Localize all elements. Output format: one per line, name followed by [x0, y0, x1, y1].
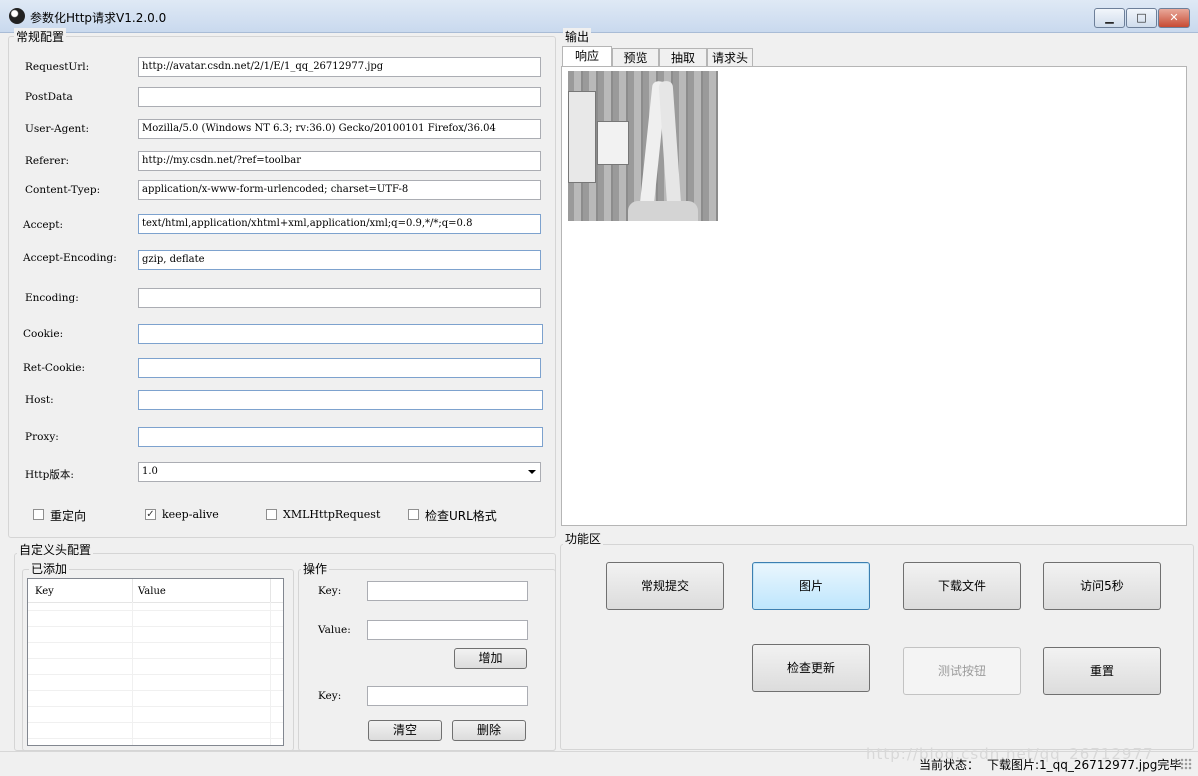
close-button[interactable]: ✕ — [1158, 8, 1190, 28]
field-label-encoding: Encoding: — [25, 292, 79, 304]
window-title: 参数化Http请求V1.2.0.0 — [30, 11, 167, 25]
header-key-input[interactable] — [367, 581, 528, 601]
column-grid-line — [132, 602, 133, 745]
tab-response[interactable]: 响应 — [562, 46, 612, 66]
tab-extract[interactable]: 抽取 — [659, 48, 707, 66]
op-key2-label: Key: — [318, 690, 342, 702]
checkbox-check-url[interactable] — [408, 509, 419, 520]
accept-encoding-input[interactable]: gzip, deflate — [138, 250, 541, 270]
field-label-cookie: Cookie: — [23, 328, 64, 340]
checkbox-label-xmlhttprequest: XMLHttpRequest — [283, 508, 381, 521]
clear-button[interactable]: 清空 — [368, 720, 442, 741]
title-bar[interactable] — [0, 0, 1198, 33]
field-label-requesturl: RequestUrl: — [25, 61, 90, 73]
tab-request-headers[interactable]: 请求头 — [707, 48, 753, 66]
status-label: 当前状态： — [919, 758, 980, 772]
response-image — [568, 71, 718, 221]
postdata-input[interactable] — [138, 87, 541, 107]
add-button[interactable]: 增加 — [454, 648, 527, 669]
field-label-accept-encoding: Accept-Encoding: — [23, 252, 117, 264]
test-button[interactable]: 测试按钮 — [903, 647, 1021, 695]
field-label-proxy: Proxy: — [25, 431, 59, 443]
proxy-input[interactable] — [138, 427, 543, 447]
app-icon — [9, 8, 25, 24]
http-version-value: 1.0 — [142, 466, 158, 477]
image-figure — [628, 201, 698, 221]
added-title: 已添加 — [29, 560, 70, 577]
accept-input[interactable]: text/html,application/xhtml+xml,applicat… — [138, 214, 541, 234]
ret-cookie-input[interactable] — [138, 358, 541, 378]
cookie-input[interactable] — [138, 324, 543, 344]
headers-list[interactable]: Key Value — [27, 578, 284, 746]
operations-title: 操作 — [301, 560, 330, 577]
referer-input[interactable]: http://my.csdn.net/?ref=toolbar — [138, 151, 541, 171]
checkbox-label-check-url: 检查URL格式 — [425, 509, 497, 523]
op-key-label: Key: — [318, 585, 342, 597]
field-label-referer: Referer: — [25, 155, 70, 167]
content-type-input[interactable]: application/x-www-form-urlencoded; chars… — [138, 180, 541, 200]
requesturl-input[interactable]: http://avatar.csdn.net/2/1/E/1_qq_267129… — [138, 57, 541, 77]
header-value-input[interactable] — [367, 620, 528, 640]
resize-grip-icon[interactable] — [1180, 758, 1192, 770]
image-button[interactable]: 图片 — [752, 562, 870, 610]
reset-button[interactable]: 重置 — [1043, 647, 1161, 695]
chevron-down-icon[interactable] — [528, 470, 536, 474]
download-file-button[interactable]: 下载文件 — [903, 562, 1021, 610]
check-update-button[interactable]: 检查更新 — [752, 644, 870, 692]
image-poster — [597, 121, 629, 165]
field-label-http-version: Http版本: — [25, 469, 74, 481]
field-label-content-type: Content-Tyep: — [25, 184, 101, 196]
submit-button[interactable]: 常规提交 — [606, 562, 724, 610]
delete-key-input[interactable] — [367, 686, 528, 706]
http-version-select[interactable]: 1.0 — [138, 462, 541, 482]
tab-preview[interactable]: 预览 — [612, 48, 659, 66]
status-text: 下载图片:1_qq_26712977.jpg完毕 — [987, 758, 1182, 772]
field-label-host: Host: — [25, 394, 54, 406]
column-header-value[interactable]: Value — [138, 586, 166, 597]
column-header-key[interactable]: Key — [35, 586, 54, 597]
field-label-postdata: PostData — [25, 91, 73, 103]
maximize-button[interactable]: □ — [1126, 8, 1157, 28]
checkbox-xmlhttprequest[interactable] — [266, 509, 277, 520]
checkbox-label-keep-alive: keep-alive — [162, 508, 219, 521]
delete-button[interactable]: 删除 — [452, 720, 526, 741]
checkbox-keep-alive[interactable]: ✓ — [145, 509, 156, 520]
column-grid-line — [270, 602, 271, 745]
field-label-user-agent: User-Agent: — [25, 123, 90, 135]
checkbox-redirect[interactable] — [33, 509, 44, 520]
column-divider[interactable] — [270, 579, 271, 602]
output-title: 输出 — [563, 28, 592, 45]
host-input[interactable] — [138, 390, 543, 410]
general-config-title: 常规配置 — [14, 28, 67, 45]
image-poster — [568, 91, 596, 183]
custom-header-title: 自定义头配置 — [17, 541, 94, 558]
field-label-ret-cookie: Ret-Cookie: — [23, 362, 86, 374]
user-agent-input[interactable]: Mozilla/5.0 (Windows NT 6.3; rv:36.0) Ge… — [138, 119, 541, 139]
functions-title: 功能区 — [563, 530, 604, 547]
encoding-input[interactable] — [138, 288, 541, 308]
field-label-accept: Accept: — [23, 219, 64, 231]
visit-5s-button[interactable]: 访问5秒 — [1043, 562, 1161, 610]
column-divider[interactable] — [132, 579, 133, 602]
image-figure — [658, 80, 682, 212]
minimize-button[interactable]: ▁ — [1094, 8, 1125, 28]
checkbox-label-redirect: 重定向 — [50, 509, 87, 523]
headers-list-header: Key Value — [28, 579, 283, 603]
op-value-label: Value: — [318, 624, 351, 636]
